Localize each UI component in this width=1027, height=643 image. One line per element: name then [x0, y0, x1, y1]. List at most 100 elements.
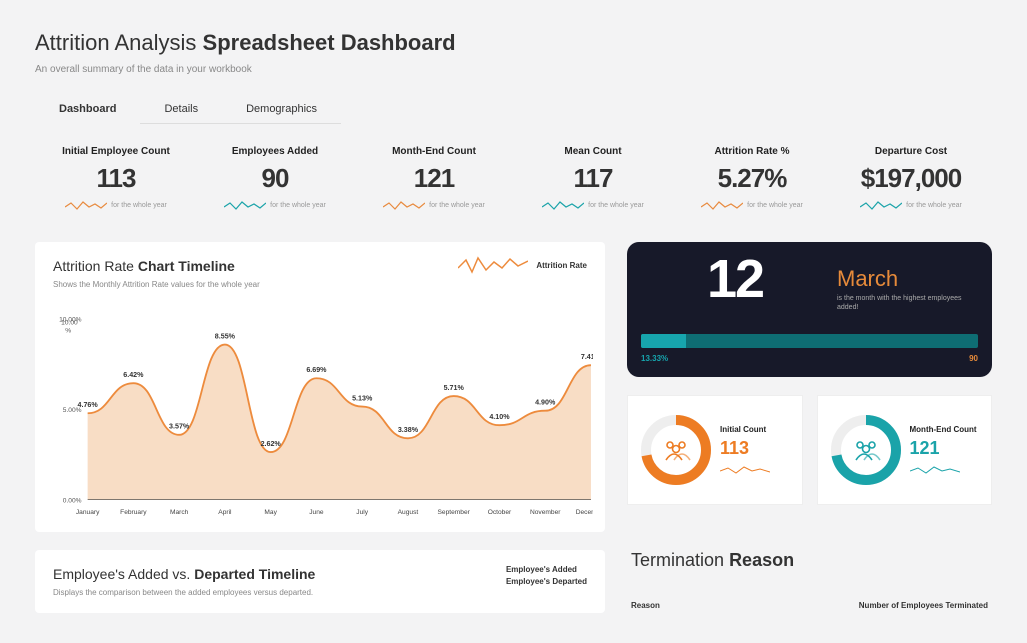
- title-bold: Spreadsheet Dashboard: [203, 30, 456, 55]
- svg-text:October: October: [488, 509, 512, 516]
- chart-area: 10.00 % 0.00%5.00%10.00% 4.76%6.42%3.57%…: [53, 310, 593, 518]
- kpi-subtext: for the whole year: [429, 202, 485, 209]
- kpi-label: Employees Added: [200, 146, 350, 157]
- kpi-2: Month-End Count 121 for the whole year: [359, 146, 509, 212]
- svg-text:April: April: [218, 509, 232, 516]
- svg-text:July: July: [356, 509, 368, 516]
- kpi-subtext: for the whole year: [111, 202, 167, 209]
- sparkline-icon: [65, 198, 107, 212]
- svg-text:June: June: [309, 509, 324, 516]
- timeline-title-bold: Departed Timeline: [194, 566, 315, 582]
- page-subtitle: An overall summary of the data in your w…: [35, 64, 992, 75]
- kpi-5: Departure Cost $197,000 for the whole ye…: [836, 146, 986, 212]
- kpi-subtext: for the whole year: [588, 202, 644, 209]
- donut-sparkline-icon: [720, 465, 770, 475]
- svg-text:January: January: [76, 509, 100, 516]
- chart-title-bold: Chart Timeline: [138, 258, 235, 274]
- svg-text:0.00%: 0.00%: [63, 498, 82, 505]
- highlight-month: March: [837, 266, 898, 292]
- svg-text:6.69%: 6.69%: [306, 366, 327, 374]
- donut-sparkline-icon: [910, 465, 960, 475]
- svg-text:%: %: [65, 327, 71, 334]
- progress-fill: [641, 334, 686, 348]
- termination-header-reason: Reason: [631, 601, 660, 610]
- kpi-subtext: for the whole year: [270, 202, 326, 209]
- termination-title-bold: Reason: [729, 550, 794, 570]
- termination-title-light: Termination: [631, 550, 724, 570]
- chart-legend: Attrition Rate: [458, 254, 587, 276]
- svg-text:10.00%: 10.00%: [59, 316, 82, 323]
- sparkline-icon: [701, 198, 743, 212]
- svg-text:2.62%: 2.62%: [261, 440, 282, 448]
- svg-text:5.71%: 5.71%: [444, 384, 465, 392]
- kpi-3: Mean Count 117 for the whole year: [518, 146, 668, 212]
- legend-label: Attrition Rate: [536, 261, 587, 270]
- highlight-number: 12: [707, 248, 763, 310]
- chart-subtitle: Shows the Monthly Attrition Rate values …: [53, 280, 587, 289]
- kpi-value: $197,000: [836, 163, 986, 194]
- donut-card-0: Initial Count 113: [627, 395, 803, 505]
- timeline-legend-departed: Employee's Departed: [506, 576, 587, 588]
- svg-text:August: August: [398, 509, 419, 516]
- donut-row: Initial Count 113 Month-End Count 121: [627, 395, 992, 505]
- chart-title-light: Attrition Rate: [53, 258, 134, 274]
- termination-header-count: Number of Employees Terminated: [859, 601, 988, 610]
- svg-text:December: December: [576, 509, 593, 516]
- progress-right-value: 90: [969, 354, 978, 363]
- termination-title: Termination Reason: [631, 550, 988, 571]
- kpi-subtext: for the whole year: [906, 202, 962, 209]
- svg-text:6.42%: 6.42%: [123, 371, 144, 379]
- termination-card: Termination Reason Reason Number of Empl…: [627, 550, 992, 613]
- tab-demographics[interactable]: Demographics: [222, 95, 341, 124]
- kpi-value: 5.27%: [677, 163, 827, 194]
- kpi-label: Month-End Count: [359, 146, 509, 157]
- kpi-value: 113: [41, 163, 191, 194]
- sparkline-icon: [224, 198, 266, 212]
- kpi-label: Initial Employee Count: [41, 146, 191, 157]
- donut-card-1: Month-End Count 121: [817, 395, 993, 505]
- attrition-chart-card: Attrition Rate Chart Timeline Shows the …: [35, 242, 605, 532]
- sparkline-icon: [542, 198, 584, 212]
- svg-text:4.76%: 4.76%: [78, 401, 99, 409]
- highlight-card: 12 March is the month with the highest e…: [627, 242, 992, 377]
- kpi-value: 121: [359, 163, 509, 194]
- tab-details[interactable]: Details: [140, 95, 222, 124]
- donut-chart: [830, 414, 902, 486]
- kpi-4: Attrition Rate % 5.27% for the whole yea…: [677, 146, 827, 212]
- timeline-legend: Employee's Added Employee's Departed: [506, 564, 587, 588]
- svg-text:November: November: [530, 509, 561, 516]
- donut-label: Initial Count: [720, 425, 770, 434]
- kpi-0: Initial Employee Count 113 for the whole…: [41, 146, 191, 212]
- svg-text:3.57%: 3.57%: [169, 423, 190, 431]
- donut-label: Month-End Count: [910, 425, 977, 434]
- highlight-description: is the month with the highest employees …: [837, 294, 967, 312]
- tab-bar: DashboardDetailsDemographics: [35, 95, 992, 124]
- timeline-title-light: Employee's Added vs.: [53, 566, 190, 582]
- sparkline-icon: [383, 198, 425, 212]
- kpi-1: Employees Added 90 for the whole year: [200, 146, 350, 212]
- kpi-row: Initial Employee Count 113 for the whole…: [35, 146, 992, 212]
- kpi-label: Attrition Rate %: [677, 146, 827, 157]
- svg-text:February: February: [120, 509, 147, 516]
- svg-text:7.41%: 7.41%: [581, 353, 593, 361]
- kpi-label: Mean Count: [518, 146, 668, 157]
- termination-headers: Reason Number of Employees Terminated: [631, 601, 988, 610]
- legend-spark-icon: [458, 254, 528, 276]
- kpi-subtext: for the whole year: [747, 202, 803, 209]
- kpi-value: 90: [200, 163, 350, 194]
- donut-chart: [640, 414, 712, 486]
- timeline-subtitle: Displays the comparison between the adde…: [53, 588, 587, 597]
- svg-text:4.10%: 4.10%: [489, 413, 510, 421]
- sparkline-icon: [860, 198, 902, 212]
- svg-text:3.38%: 3.38%: [398, 426, 419, 434]
- svg-text:4.90%: 4.90%: [535, 399, 556, 407]
- kpi-value: 117: [518, 163, 668, 194]
- svg-text:5.13%: 5.13%: [352, 394, 373, 402]
- page-header: Attrition Analysis Spreadsheet Dashboard…: [35, 30, 992, 75]
- kpi-label: Departure Cost: [836, 146, 986, 157]
- page-title: Attrition Analysis Spreadsheet Dashboard: [35, 30, 992, 56]
- donut-value: 113: [720, 438, 770, 459]
- progress-bar: [641, 334, 978, 348]
- tab-dashboard[interactable]: Dashboard: [35, 95, 140, 124]
- svg-text:May: May: [264, 509, 277, 516]
